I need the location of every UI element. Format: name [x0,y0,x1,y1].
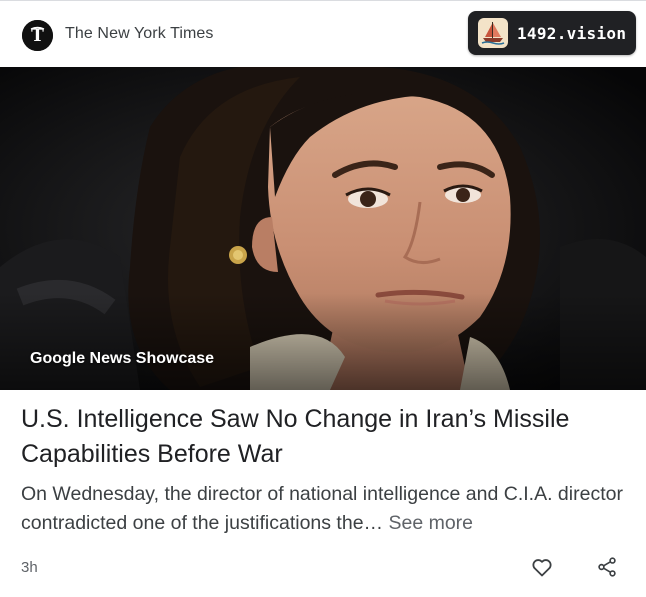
share-icon [598,557,616,577]
share-button[interactable] [591,551,623,583]
article-hero-image[interactable] [0,67,646,390]
showcase-badge: Google News Showcase [30,350,215,367]
publisher-name[interactable]: The New York Times [65,25,214,43]
snippet-text: On Wednesday, the director of national i… [21,483,623,534]
publish-time: 3h [21,559,38,576]
card-header: T The New York Times 1492.vision [0,1,646,67]
watermark-badge: 1492.vision [468,11,636,55]
watermark-text: 1492.vision [517,23,627,43]
see-more-link[interactable]: See more [388,512,473,534]
article-snippet: On Wednesday, the director of national i… [21,480,631,538]
heart-icon [532,559,552,577]
news-card[interactable]: T The New York Times 1492.vision Google … [0,0,646,597]
like-button[interactable] [526,551,558,583]
nyt-logo-icon: T [22,20,53,51]
article-headline[interactable]: U.S. Intelligence Saw No Change in Iran’… [21,402,631,472]
ship-logo-icon [478,18,508,48]
